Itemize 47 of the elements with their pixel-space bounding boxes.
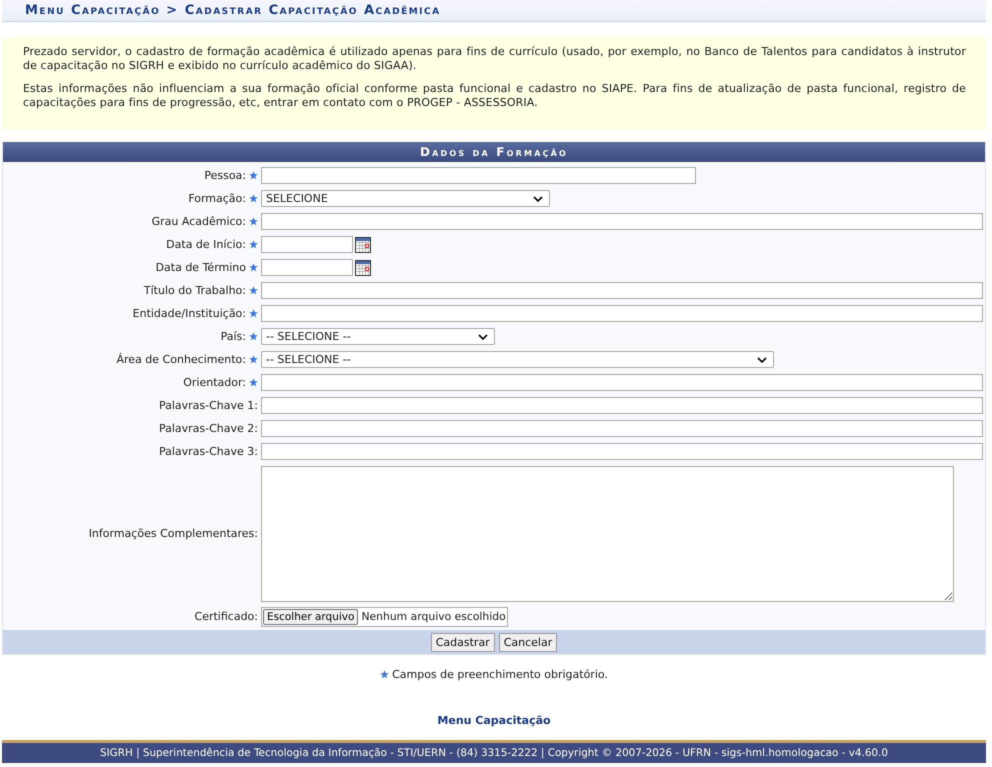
dropdown[interactable]: -- SELECIONE -- bbox=[261, 328, 495, 345]
chevron-down-icon bbox=[533, 196, 543, 202]
notice-text: Prezado servidor, o cadastro de formação acadêmica é utilizado apenas para fins de currículo (usado, por exemplo, no Banco de Talentos para candidatos à instrutor de capacitação no SIGRH e exibido no currículo acadêmico do SIGAA). bbox=[23, 45, 966, 73]
file-status-text: Nenhum arquivo escolhido bbox=[361, 610, 506, 623]
field-label: País: bbox=[220, 330, 246, 343]
text-field[interactable] bbox=[261, 443, 983, 460]
field-label: Pessoa: bbox=[204, 169, 246, 182]
field-label: Palavras-Chave 1: bbox=[158, 399, 258, 412]
cancel-button[interactable]: Cancelar bbox=[498, 632, 558, 652]
footer-text: SIGRH | Superintendência de Tecnologia da Informação - STI/UERN - (84) 3315-2222 | Copyright © 2007-2026 - UFRN - sigs-hml.homologacao - v4.60.0 bbox=[100, 747, 888, 759]
notice-text: Estas informações não influenciam a sua formação oficial conforme pasta funcional e cadastro no SIAPE. Para fins de atualização de pasta funcional, registro de capacitações para fins de progressão, etc, entrar em contato com o PROGEP - ASSESSORIA. bbox=[23, 82, 966, 110]
field-label: Data de Início: bbox=[166, 238, 246, 251]
file-field[interactable]: Escolher arquivo Nenhum arquivo escolhido bbox=[261, 606, 508, 626]
choose-file-button[interactable]: Escolher arquivo bbox=[263, 608, 358, 624]
menu-link[interactable]: Menu Capacitação bbox=[437, 714, 551, 727]
breadcrumb-text: Menu Capacitação > Cadastrar Capacitação Acadêmica bbox=[25, 3, 441, 18]
date-field[interactable] bbox=[261, 236, 353, 253]
dropdown[interactable]: -- SELECIONE -- bbox=[261, 351, 774, 368]
text-field[interactable] bbox=[261, 305, 983, 322]
text-field[interactable] bbox=[261, 282, 983, 299]
text-field[interactable] bbox=[261, 374, 983, 391]
field-label: Palavras-Chave 2: bbox=[158, 422, 258, 435]
field-label: Data de Término bbox=[156, 261, 246, 274]
text-field[interactable] bbox=[261, 213, 983, 230]
field-label: Palavras-Chave 3: bbox=[158, 445, 258, 458]
chevron-down-icon bbox=[478, 334, 488, 340]
field-label: Informações Complementares: bbox=[88, 526, 258, 540]
chevron-down-icon bbox=[757, 356, 767, 362]
text-field[interactable] bbox=[261, 420, 983, 437]
textarea-field[interactable] bbox=[261, 466, 954, 602]
date-field[interactable] bbox=[261, 259, 353, 276]
field-label: Título do Trabalho: bbox=[144, 284, 246, 297]
field-label: Entidade/Instituição: bbox=[132, 307, 246, 320]
field-label: Orientador: bbox=[183, 376, 246, 389]
text-field[interactable] bbox=[261, 167, 696, 184]
dropdown[interactable]: SELECIONE bbox=[261, 190, 550, 207]
calendar-icon[interactable] bbox=[355, 260, 371, 276]
submit-button[interactable]: Cadastrar bbox=[430, 632, 495, 652]
field-label: Grau Acadêmico: bbox=[152, 215, 246, 228]
field-label: Formação: bbox=[188, 192, 246, 205]
text-field[interactable] bbox=[261, 397, 983, 414]
field-label: Certificado: bbox=[194, 610, 258, 623]
field-label: Área de Conhecimento: bbox=[116, 353, 246, 366]
required-legend-text: Campos de preenchimento obrigatório. bbox=[392, 668, 608, 681]
required-star-icon bbox=[380, 670, 390, 679]
calendar-icon[interactable] bbox=[355, 236, 371, 252]
section-title: Dados da Formação bbox=[420, 145, 568, 159]
